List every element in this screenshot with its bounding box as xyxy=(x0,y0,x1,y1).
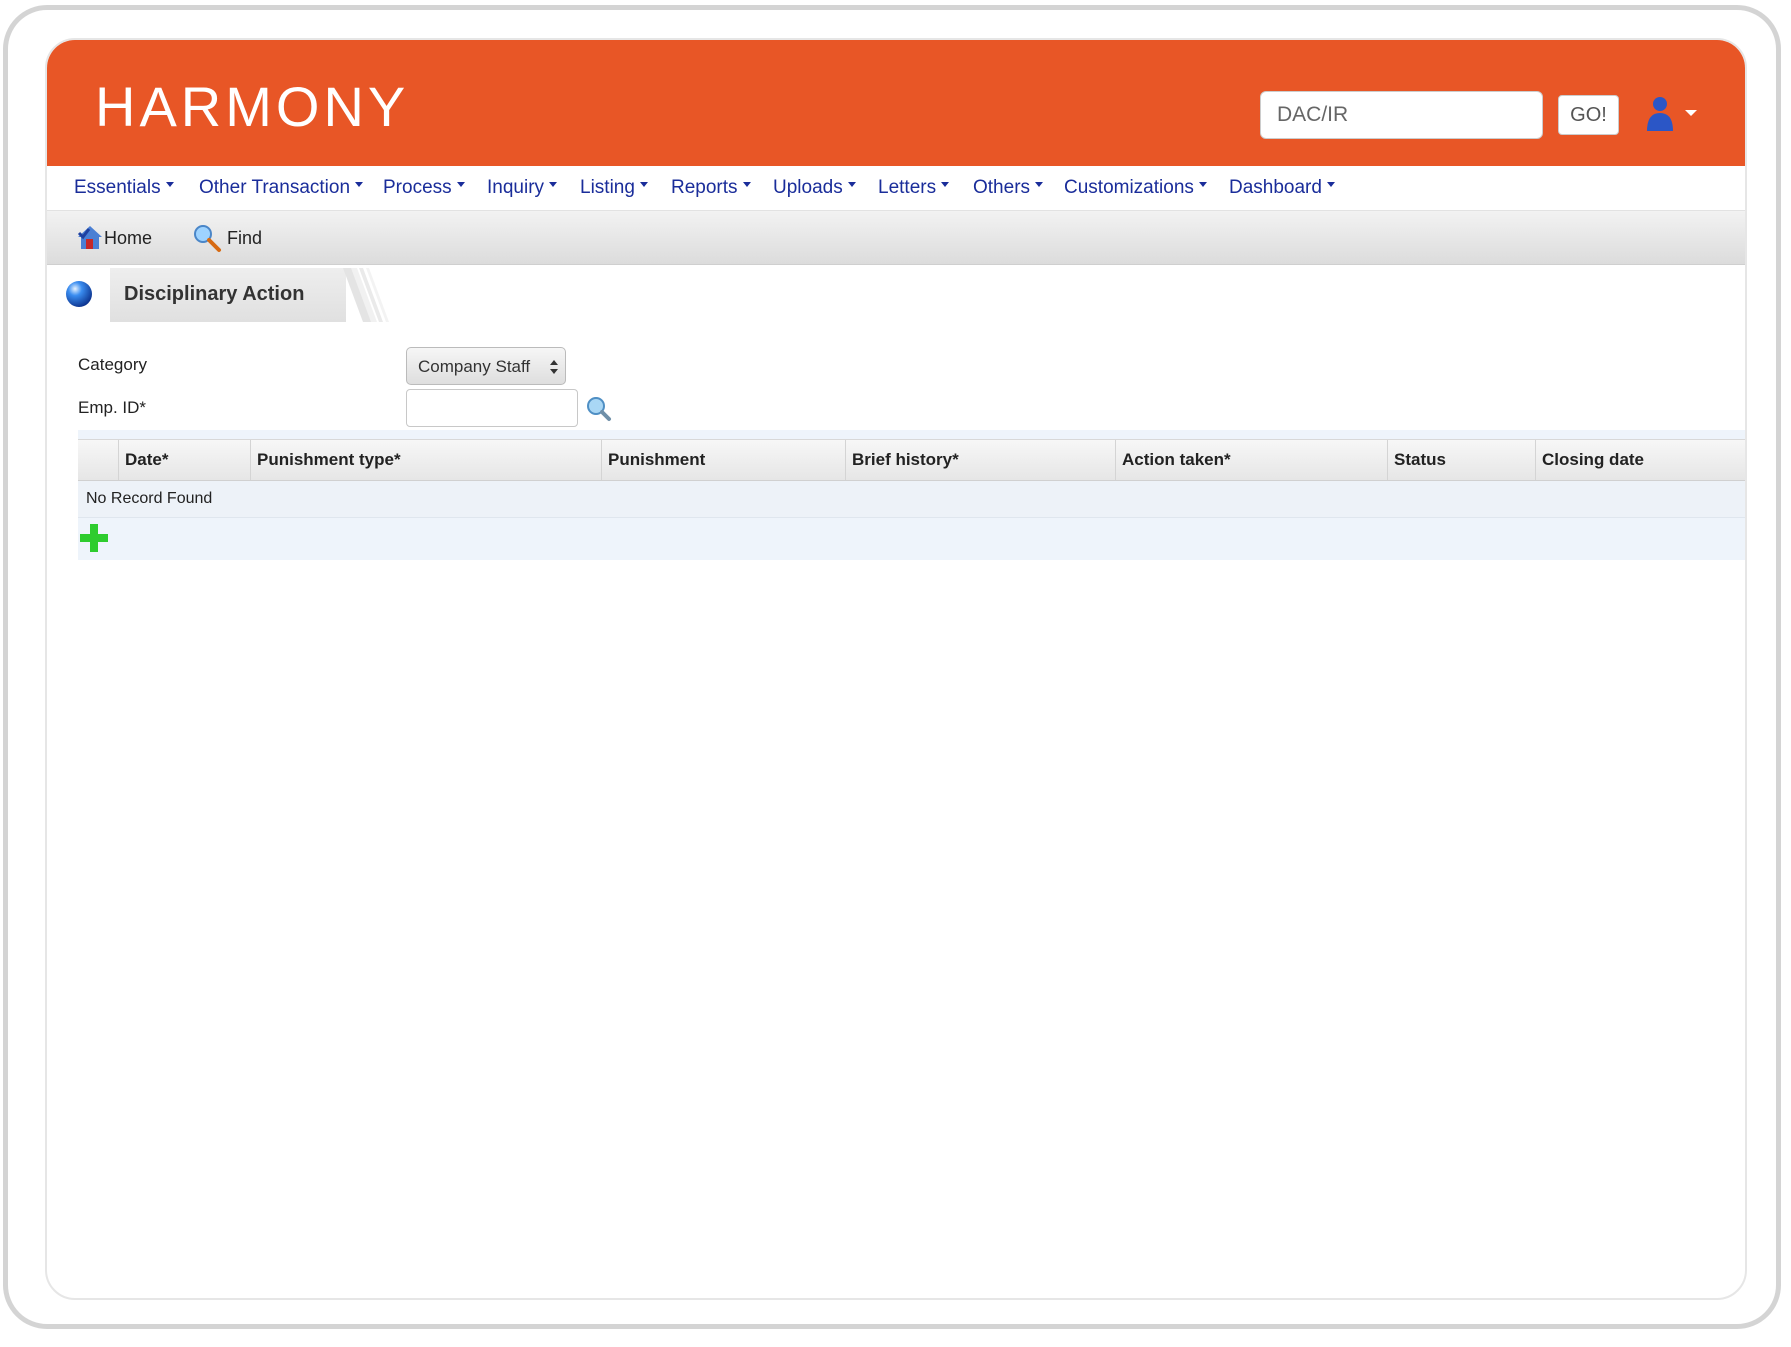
category-select[interactable]: Company Staff xyxy=(406,347,566,385)
caret-down-icon xyxy=(456,182,465,188)
magnifier-icon xyxy=(194,225,221,252)
caret-down-icon xyxy=(742,182,751,188)
menu-reports[interactable]: Reports xyxy=(671,177,751,199)
no-record-message: No Record Found xyxy=(86,490,213,507)
grid-header: Date* Punishment type* Punishment Brief … xyxy=(78,439,1745,481)
harmony-logo: HARMONY xyxy=(95,75,410,138)
col-punishment[interactable]: Punishment xyxy=(601,440,845,480)
disciplinary-grid: Date* Punishment type* Punishment Brief … xyxy=(78,430,1745,560)
caret-down-icon xyxy=(355,182,364,188)
empty-row: No Record Found xyxy=(78,481,1745,518)
caret-down-icon xyxy=(1685,110,1697,116)
menu-inquiry[interactable]: Inquiry xyxy=(487,177,558,199)
caret-down-icon xyxy=(165,182,174,188)
caret-down-icon xyxy=(1198,182,1207,188)
home-icon xyxy=(77,226,102,249)
menu-other-transaction[interactable]: Other Transaction xyxy=(199,177,364,199)
title-tab-stripes xyxy=(343,268,389,322)
menu-letters[interactable]: Letters xyxy=(878,177,950,199)
home-label: Home xyxy=(104,228,153,248)
category-label: Category xyxy=(78,355,147,374)
user-menu-button[interactable] xyxy=(1645,94,1707,134)
caret-down-icon xyxy=(1326,182,1335,188)
caret-down-icon xyxy=(847,182,856,188)
caret-down-icon xyxy=(1035,182,1044,188)
globe-cell xyxy=(47,268,110,322)
go-button[interactable]: GO! xyxy=(1558,95,1619,135)
select-arrows-icon xyxy=(550,360,558,374)
caret-down-icon xyxy=(941,182,950,188)
find-label: Find xyxy=(227,228,263,248)
col-closing-date[interactable]: Closing date xyxy=(1535,440,1745,480)
col-action-taken[interactable]: Action taken* xyxy=(1115,440,1387,480)
add-row-plus-icon[interactable] xyxy=(78,522,110,554)
globe-icon xyxy=(66,281,92,307)
main-menu-bar: Essentials Other Transaction Process Inq… xyxy=(47,166,1745,211)
user-icon xyxy=(1647,97,1697,131)
emp-id-lookup-icon[interactable] xyxy=(585,395,613,423)
caret-down-icon xyxy=(639,182,648,188)
header-bar: HARMONY GO! xyxy=(47,40,1745,166)
col-punishment-type[interactable]: Punishment type* xyxy=(250,440,601,480)
dac-ir-search-input[interactable] xyxy=(1260,91,1543,139)
grid-selector-column xyxy=(78,440,118,480)
app-window: HARMONY GO! Essentials Other Transaction… xyxy=(45,38,1747,1300)
toolbar: Home Find xyxy=(47,211,1745,265)
menu-essentials[interactable]: Essentials xyxy=(74,177,174,199)
col-status[interactable]: Status xyxy=(1387,440,1535,480)
menu-process[interactable]: Process xyxy=(383,177,465,199)
caret-down-icon xyxy=(549,182,558,188)
page-title: Disciplinary Action xyxy=(124,283,305,305)
find-button[interactable]: Find xyxy=(192,225,264,252)
emp-id-input[interactable] xyxy=(406,389,578,427)
menu-uploads[interactable]: Uploads xyxy=(773,177,856,199)
menu-dashboard[interactable]: Dashboard xyxy=(1229,177,1335,199)
col-date[interactable]: Date* xyxy=(118,440,250,480)
menu-listing[interactable]: Listing xyxy=(580,177,648,199)
category-select-value: Company Staff xyxy=(418,357,531,376)
menu-others[interactable]: Others xyxy=(973,177,1044,199)
emp-id-label: Emp. ID* xyxy=(78,398,147,417)
home-button[interactable]: Home xyxy=(76,225,156,251)
menu-customizations[interactable]: Customizations xyxy=(1064,177,1207,199)
page-title-bar: Disciplinary Action xyxy=(47,268,392,322)
col-brief-history[interactable]: Brief history* xyxy=(845,440,1115,480)
